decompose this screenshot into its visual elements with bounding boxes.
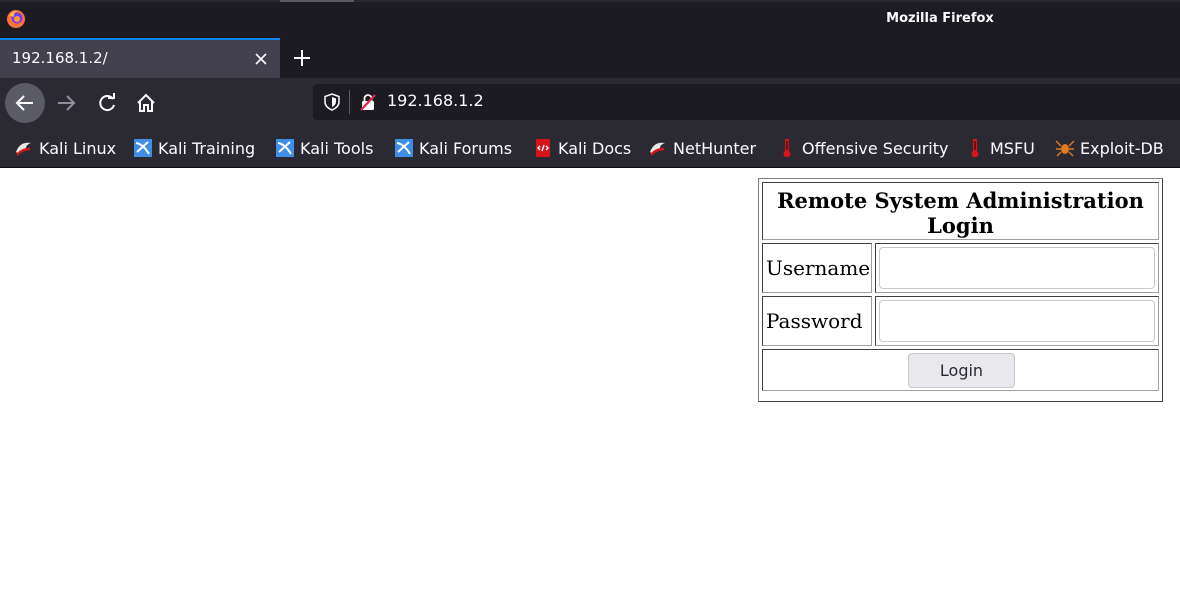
firefox-logo-icon	[7, 10, 25, 28]
kali-training-icon	[134, 139, 152, 157]
exploit-db-icon	[1055, 140, 1075, 157]
back-arrow-icon[interactable]	[5, 83, 45, 123]
login-title: Remote System Administration Login	[777, 188, 1144, 238]
kali-tools-icon	[276, 139, 294, 157]
bookmark-exploit-db[interactable]: Exploit-DB	[1055, 136, 1164, 160]
bookmark-label: Kali Forums	[419, 138, 513, 158]
password-input[interactable]	[879, 300, 1155, 342]
bookmark-label: Kali Docs	[558, 138, 632, 158]
kali-docs-icon	[536, 139, 550, 157]
tab-active[interactable]: 192.168.1.2/	[0, 38, 280, 78]
bookmark-kali-linux[interactable]: Kali Linux	[14, 136, 116, 160]
navigation-toolbar: 192.168.1.2	[0, 78, 1180, 128]
kali-forums-icon	[395, 139, 413, 157]
msfu-icon	[971, 139, 979, 157]
tracking-shield-icon[interactable]	[323, 93, 341, 111]
username-input[interactable]	[879, 247, 1155, 289]
reload-icon[interactable]	[87, 83, 127, 123]
new-tab-icon[interactable]	[288, 44, 316, 72]
bookmark-label: MSFU	[990, 138, 1035, 158]
window-titlebar: Mozilla Firefox	[0, 0, 1180, 38]
bookmark-label: Offensive Security	[802, 138, 949, 158]
url-text[interactable]: 192.168.1.2	[387, 91, 484, 110]
password-label-cell: Password	[762, 296, 872, 346]
tab-strip: 192.168.1.2/	[0, 38, 1180, 78]
titlebar-strip-mark	[280, 0, 354, 2]
forward-arrow-icon[interactable]	[46, 83, 86, 123]
username-label: Username	[766, 256, 871, 280]
username-label-cell: Username	[762, 243, 872, 293]
bookmark-label: Exploit-DB	[1080, 138, 1164, 158]
login-table: Remote System Administration Login Usern…	[758, 178, 1163, 402]
insecure-lock-icon[interactable]	[359, 93, 377, 111]
bookmark-offensive-security[interactable]: Offensive Security	[777, 136, 948, 160]
bookmark-nethunter[interactable]: NetHunter	[648, 136, 756, 160]
offsec-icon	[783, 139, 791, 157]
bookmarks-toolbar: Kali Linux Kali Training Kali Tools Kali…	[0, 128, 1180, 168]
password-label: Password	[766, 309, 863, 333]
page-viewport: Remote System Administration Login Usern…	[0, 168, 1180, 612]
tab-close-icon[interactable]	[250, 48, 272, 70]
bookmark-kali-training[interactable]: Kali Training	[133, 136, 255, 160]
bookmark-label: Kali Linux	[39, 138, 117, 158]
bookmark-label: NetHunter	[673, 138, 757, 158]
home-icon[interactable]	[126, 83, 166, 123]
bookmark-kali-forums[interactable]: Kali Forums	[394, 136, 512, 160]
bookmark-kali-tools[interactable]: Kali Tools	[275, 136, 373, 160]
url-bar-separator	[349, 90, 350, 114]
url-bar[interactable]: 192.168.1.2	[313, 84, 1180, 120]
kali-dragon-icon	[16, 142, 31, 156]
username-input-cell	[875, 243, 1159, 293]
password-input-cell	[875, 296, 1159, 346]
login-button[interactable]: Login	[908, 353, 1015, 388]
window-title: Mozilla Firefox	[886, 11, 994, 26]
bookmark-label: Kali Training	[158, 138, 256, 158]
login-title-cell: Remote System Administration Login	[762, 182, 1159, 240]
tab-label: 192.168.1.2/	[12, 49, 108, 67]
bookmark-msfu[interactable]: MSFU	[965, 136, 1035, 160]
login-button-cell: Login	[762, 349, 1159, 391]
bookmark-kali-docs[interactable]: Kali Docs	[533, 136, 631, 160]
nethunter-icon	[650, 142, 665, 156]
bookmark-label: Kali Tools	[300, 138, 374, 158]
